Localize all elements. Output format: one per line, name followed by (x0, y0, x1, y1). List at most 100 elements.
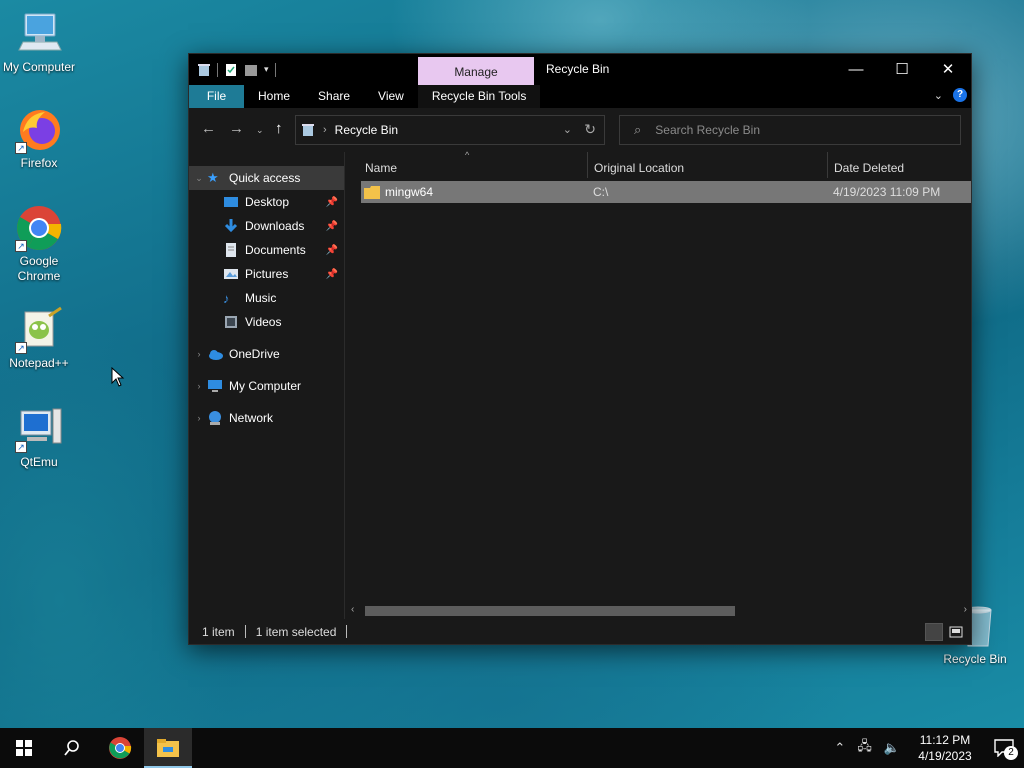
nav-item-quick-access[interactable]: ⌄ ★ Quick access (189, 166, 344, 190)
system-tray: ⌃ 🖧 🔈 11:12 PM 4/19/2023 2 (828, 728, 1024, 768)
nav-item-downloads[interactable]: Downloads 📌 (189, 214, 344, 238)
expand-chevron-icon[interactable]: › (191, 381, 207, 391)
nav-item-documents[interactable]: Documents 📌 (189, 238, 344, 262)
minimize-button[interactable]: — (833, 54, 879, 84)
scroll-right-icon[interactable]: › (964, 604, 967, 615)
desktop-icon-label: My Computer (2, 60, 76, 74)
table-row[interactable]: mingw64 C:\ 4/19/2023 11:09 PM (361, 181, 971, 203)
file-name: mingw64 (385, 185, 434, 199)
status-separator (346, 625, 348, 638)
taskbar-chrome-button[interactable] (96, 728, 144, 768)
back-arrow-icon[interactable]: ← (201, 120, 216, 137)
maximize-button[interactable]: ☐ (879, 54, 925, 84)
volume-icon[interactable]: 🔈 (884, 740, 900, 756)
details-view-button[interactable] (925, 623, 943, 641)
notification-count-badge: 2 (1004, 746, 1018, 760)
desktop-icon-qtemu[interactable]: ↗ QtEmu (0, 405, 78, 470)
clock-date: 4/19/2023 (918, 749, 972, 763)
status-bar: 1 item 1 item selected (189, 619, 971, 644)
network-status-icon[interactable]: 🖧 (857, 737, 872, 759)
column-header-date-deleted[interactable]: Date Deleted (834, 161, 904, 175)
tab-view[interactable]: View (364, 85, 418, 108)
navigation-pane: ⌄ ★ Quick access Desktop 📌 Downloads 📌 D… (189, 152, 345, 619)
tab-recycle-bin-tools[interactable]: Recycle Bin Tools (417, 85, 541, 108)
search-icon (64, 740, 79, 756)
shortcut-arrow-icon: ↗ (15, 342, 27, 354)
desktop-icon-firefox[interactable]: ↗ Firefox (0, 106, 78, 171)
explorer-window: ▾ Manage Recycle Bin — ☐ ✕ File Home Sha… (188, 53, 972, 645)
windows-logo-icon (16, 740, 32, 756)
tab-file[interactable]: File (189, 85, 244, 108)
up-arrow-icon[interactable]: ↑ (275, 120, 283, 137)
chrome-icon (109, 737, 132, 759)
tab-home[interactable]: Home (244, 85, 304, 108)
recycle-bin-small-icon (302, 123, 314, 136)
taskbar: ⌃ 🖧 🔈 11:12 PM 4/19/2023 2 (0, 728, 1024, 768)
address-bar[interactable]: › Recycle Bin ⌄ ↻ (295, 115, 605, 145)
search-box[interactable]: ⌕ Search Recycle Bin (619, 115, 961, 145)
expand-ribbon-icon[interactable]: ⌄ (934, 89, 943, 102)
forward-arrow-icon[interactable]: → (229, 120, 244, 137)
address-dropdown-icon[interactable]: ⌄ (563, 123, 572, 136)
desktop-icon-chrome[interactable]: ↗ Google Chrome (0, 204, 78, 284)
desktop-icon-my-computer[interactable]: My Computer (0, 10, 78, 75)
shortcut-arrow-icon: ↗ (15, 240, 27, 252)
sort-ascending-icon: ^ (465, 150, 470, 160)
nav-label: Downloads (245, 219, 305, 233)
expand-chevron-icon[interactable]: › (191, 349, 207, 359)
nav-item-pictures[interactable]: Pictures 📌 (189, 262, 344, 286)
clock-time: 11:12 PM (919, 733, 971, 747)
title-bar[interactable]: ▾ Manage Recycle Bin — ☐ ✕ (189, 54, 971, 85)
show-hidden-icons-icon[interactable]: ⌃ (834, 740, 845, 756)
desktop-icon-label: QtEmu (20, 455, 58, 469)
nav-item-onedrive[interactable]: › OneDrive (189, 342, 344, 366)
nav-label: Videos (245, 315, 282, 329)
recent-locations-icon[interactable]: ⌄ (256, 125, 264, 136)
nav-item-my-computer[interactable]: › My Computer (189, 374, 344, 398)
properties-icon[interactable] (224, 63, 238, 77)
desktop-folder-icon (224, 197, 238, 207)
folder-icon (364, 185, 380, 199)
file-explorer-icon (157, 739, 179, 757)
chrome-icon: ↗ (15, 204, 63, 252)
new-folder-icon[interactable] (244, 63, 258, 77)
nav-item-music[interactable]: ♪ Music (189, 286, 344, 310)
qat-dropdown-icon[interactable]: ▾ (264, 64, 269, 75)
start-button[interactable] (0, 728, 48, 768)
expand-chevron-icon[interactable]: › (191, 413, 207, 423)
clock[interactable]: 11:12 PM 4/19/2023 (910, 732, 980, 764)
pin-icon: 📌 (325, 220, 338, 232)
nav-label: Quick access (229, 171, 301, 185)
nav-item-videos[interactable]: Videos (189, 310, 344, 334)
large-icons-view-button[interactable] (947, 623, 965, 641)
refresh-icon[interactable]: ↻ (584, 121, 596, 138)
desktop-icon-label: Recycle Bin (943, 652, 1007, 666)
column-header-name[interactable]: Name (365, 161, 397, 175)
item-count: 1 item (202, 624, 235, 639)
horizontal-scrollbar[interactable]: ‹ › (345, 602, 971, 619)
nav-label: Music (245, 291, 277, 305)
nav-label: Documents (245, 243, 306, 257)
desktop-icon-notepadpp[interactable]: ↗ Notepad++ (0, 306, 78, 371)
desktop-icon-label: Google Chrome (17, 254, 61, 283)
window-title: Recycle Bin (546, 62, 610, 76)
mouse-cursor-icon (111, 367, 125, 387)
column-header-original-location[interactable]: Original Location (594, 161, 684, 175)
scrollbar-thumb[interactable] (365, 606, 735, 616)
help-icon[interactable]: ? (953, 88, 967, 102)
scroll-left-icon[interactable]: ‹ (351, 604, 354, 615)
firefox-icon: ↗ (15, 106, 63, 154)
close-button[interactable]: ✕ (925, 54, 971, 84)
nav-item-network[interactable]: › Network (189, 406, 344, 430)
breadcrumb-chevron-icon[interactable]: › (323, 124, 327, 136)
collapse-chevron-icon[interactable]: ⌄ (191, 173, 207, 184)
pin-icon: 📌 (325, 244, 338, 256)
nav-item-desktop[interactable]: Desktop 📌 (189, 190, 344, 214)
tab-share[interactable]: Share (304, 85, 364, 108)
search-button[interactable] (48, 728, 96, 768)
taskbar-file-explorer-button[interactable] (144, 728, 192, 768)
manage-tab[interactable]: Manage (418, 57, 534, 85)
file-original-location: C:\ (593, 185, 609, 199)
action-center-button[interactable]: 2 (984, 728, 1024, 768)
large-icons-view-icon (949, 626, 963, 638)
